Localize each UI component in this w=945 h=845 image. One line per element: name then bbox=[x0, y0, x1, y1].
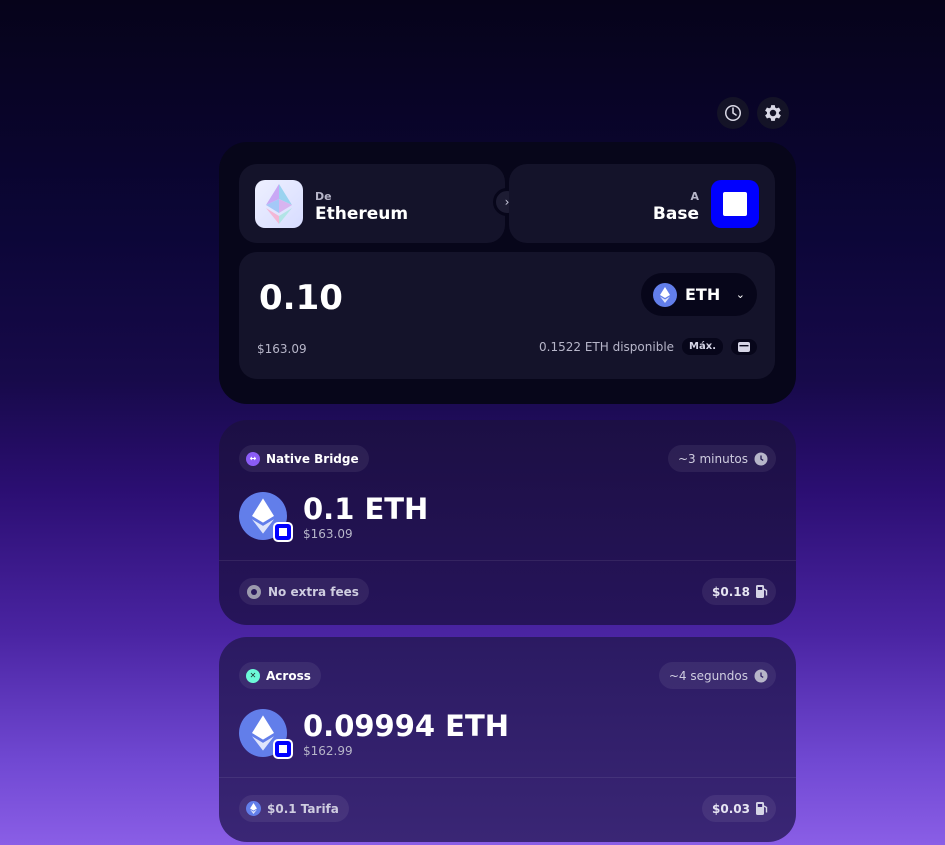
amount-usd-value: $163.09 bbox=[257, 342, 307, 356]
wallet-button[interactable] bbox=[731, 338, 757, 355]
route-token-icon bbox=[239, 492, 293, 542]
base-logo-icon bbox=[711, 180, 759, 228]
settings-button[interactable] bbox=[757, 97, 789, 129]
from-network-selector[interactable]: De Ethereum bbox=[239, 164, 505, 243]
gas-chip: $0.18 bbox=[702, 578, 776, 605]
gas-cost: $0.18 bbox=[712, 584, 750, 599]
native-bridge-icon: ↔ bbox=[246, 451, 260, 466]
history-button[interactable] bbox=[717, 97, 749, 129]
from-network-name: Ethereum bbox=[315, 204, 409, 224]
ethereum-logo-icon bbox=[255, 180, 303, 228]
time-chip: ~4 segundos bbox=[658, 662, 776, 689]
clock-icon bbox=[754, 669, 768, 682]
eth-token-icon bbox=[653, 282, 677, 307]
route-amount: 0.1 ETH bbox=[303, 492, 429, 526]
provider-name: Native Bridge bbox=[266, 451, 359, 466]
fuel-icon bbox=[756, 802, 768, 815]
route-option-across[interactable]: ✕ Across ~4 segundos 0.09994 ETH $162.99… bbox=[219, 637, 796, 842]
available-balance: 0.1522 ETH disponible bbox=[539, 339, 675, 354]
route-usd: $163.09 bbox=[303, 527, 353, 541]
token-selector[interactable]: ETH ⌄ bbox=[641, 273, 757, 316]
top-toolbar bbox=[717, 97, 789, 129]
token-symbol: ETH bbox=[685, 285, 721, 304]
fuel-icon bbox=[756, 585, 768, 598]
to-network-selector[interactable]: A Base bbox=[509, 164, 775, 243]
clock-icon bbox=[754, 452, 768, 465]
badge-icon bbox=[247, 584, 261, 599]
balance-row: 0.1522 ETH disponible Máx. bbox=[539, 338, 757, 355]
time-estimate: ~4 segundos bbox=[668, 668, 748, 683]
clock-icon bbox=[725, 105, 741, 121]
fee-chip: $0.1 Tarifa bbox=[239, 795, 349, 822]
to-network-name: Base bbox=[652, 204, 699, 224]
eth-token-icon bbox=[246, 801, 261, 816]
time-estimate: ~3 minutos bbox=[677, 451, 748, 466]
gas-chip: $0.03 bbox=[702, 795, 776, 822]
across-icon: ✕ bbox=[246, 668, 260, 683]
provider-chip: ✕ Across bbox=[239, 662, 321, 689]
provider-name: Across bbox=[266, 668, 311, 683]
fee-chip: No extra fees bbox=[239, 578, 369, 605]
base-badge-icon bbox=[273, 739, 293, 759]
divider bbox=[219, 777, 796, 778]
fee-text: $0.1 Tarifa bbox=[267, 801, 339, 816]
provider-chip: ↔ Native Bridge bbox=[239, 445, 369, 472]
route-usd: $162.99 bbox=[303, 744, 353, 758]
amount-input[interactable]: 0.10 bbox=[259, 278, 343, 318]
fee-text: No extra fees bbox=[268, 584, 359, 599]
to-label: A bbox=[690, 190, 699, 203]
max-button[interactable]: Máx. bbox=[682, 338, 723, 355]
time-chip: ~3 minutos bbox=[667, 445, 776, 472]
divider bbox=[219, 560, 796, 561]
route-option-native-bridge[interactable]: ↔ Native Bridge ~3 minutos 0.1 ETH $163.… bbox=[219, 420, 796, 625]
gas-cost: $0.03 bbox=[712, 801, 750, 816]
from-label: De bbox=[315, 190, 332, 203]
gear-icon bbox=[765, 105, 781, 121]
wallet-icon bbox=[738, 341, 750, 352]
chevron-down-icon: ⌄ bbox=[735, 288, 745, 301]
amount-panel: 0.10 ETH ⌄ $163.09 0.1522 ETH disponible… bbox=[239, 252, 775, 379]
route-token-icon bbox=[239, 709, 293, 759]
transfer-card: De Ethereum › A Base 0.10 ETH ⌄ $163.09 … bbox=[219, 142, 796, 404]
base-badge-icon bbox=[273, 522, 293, 542]
route-amount: 0.09994 ETH bbox=[303, 709, 510, 743]
